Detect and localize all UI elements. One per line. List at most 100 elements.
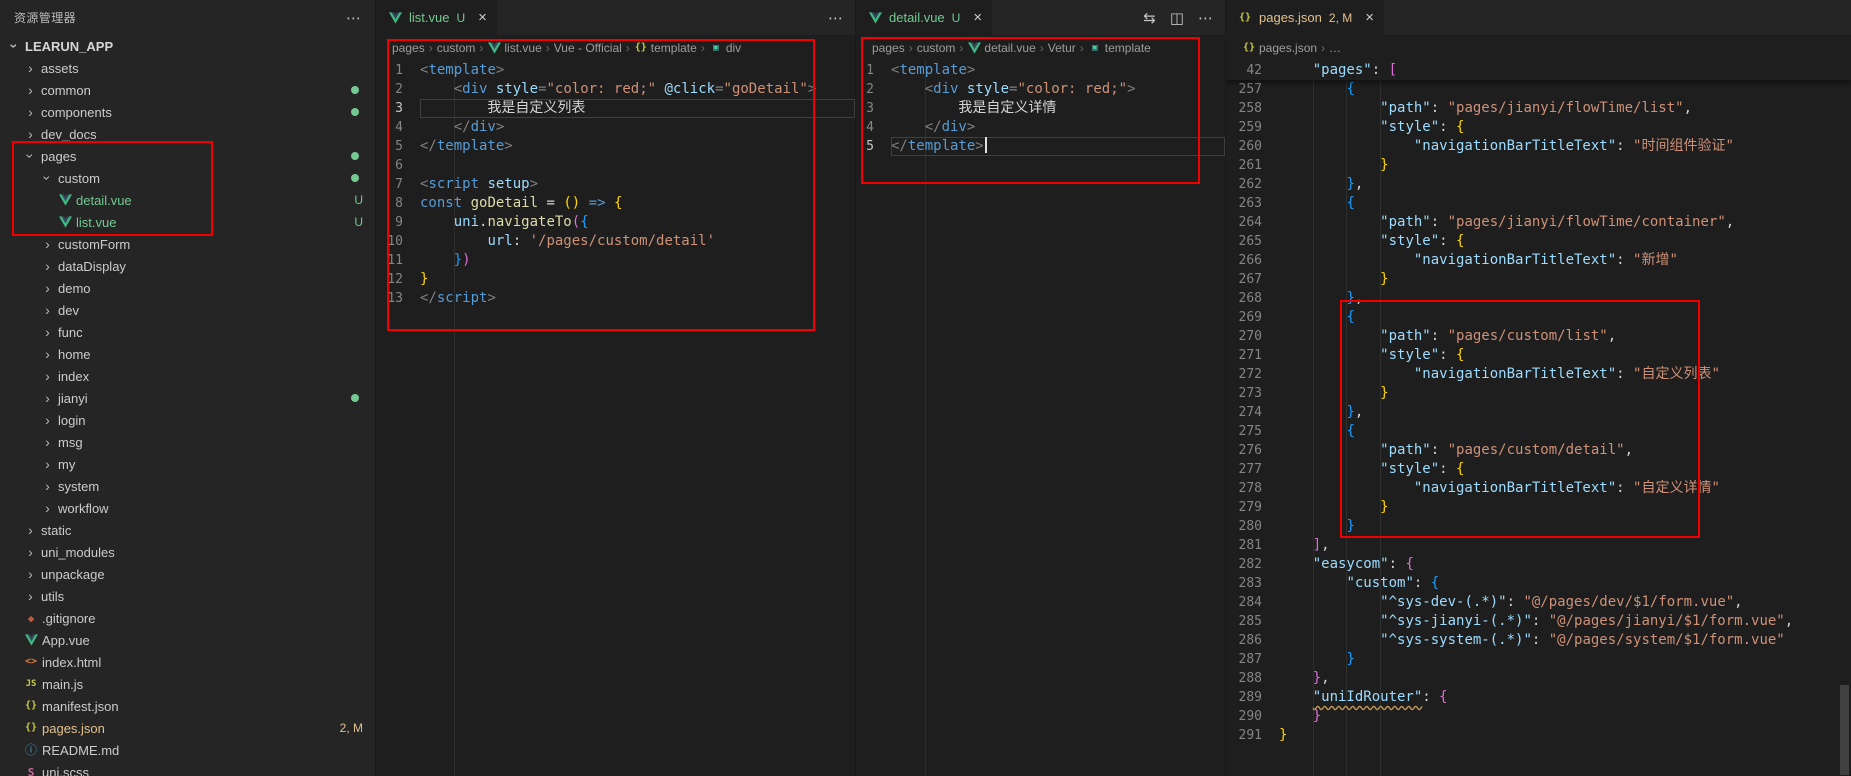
code-line[interactable]: 268 }, <box>1226 289 1851 308</box>
tree-item-demo[interactable]: ›demo <box>0 277 375 299</box>
code-line[interactable]: 6 <box>376 156 855 175</box>
code-line[interactable]: 2 <div style="color: red;"> <box>856 80 1225 99</box>
code-line[interactable]: 282 "easycom": { <box>1226 555 1851 574</box>
tree-item-main.js[interactable]: JSmain.js <box>0 673 375 695</box>
breadcrumb-item-Vue - Official[interactable]: Vue - Official <box>554 41 622 55</box>
code-line[interactable]: 3 我是自定义列表 <box>376 99 855 118</box>
tree-item-index[interactable]: ›index <box>0 365 375 387</box>
code-line[interactable]: 266 "navigationBarTitleText": "新增" <box>1226 251 1851 270</box>
code-line[interactable]: 258 "path": "pages/jianyi/flowTime/list"… <box>1226 99 1851 118</box>
code-line[interactable]: 4 </div> <box>376 118 855 137</box>
tree-item-jianyi[interactable]: ›jianyi <box>0 387 375 409</box>
code-line[interactable]: 288 }, <box>1226 669 1851 688</box>
code-line[interactable]: 265 "style": { <box>1226 232 1851 251</box>
code-line[interactable]: 13</script> <box>376 289 855 308</box>
split-editor-icon[interactable]: ◫ <box>1170 9 1184 27</box>
code-line[interactable]: 12} <box>376 270 855 289</box>
tree-item-components[interactable]: ›components <box>0 101 375 123</box>
code-line[interactable]: 278 "navigationBarTitleText": "自定义详情" <box>1226 479 1851 498</box>
code-line[interactable]: 287 } <box>1226 650 1851 669</box>
breadcrumb-item-list.vue[interactable]: list.vue <box>487 41 541 55</box>
tree-item-my[interactable]: ›my <box>0 453 375 475</box>
tree-item-custom[interactable]: ›custom <box>0 167 375 189</box>
tree-item-func[interactable]: ›func <box>0 321 375 343</box>
code-line[interactable]: 2 <div style="color: red;" @click="goDet… <box>376 80 855 99</box>
tree-item-customForm[interactable]: ›customForm <box>0 233 375 255</box>
code-line[interactable]: 7<script setup> <box>376 175 855 194</box>
close-icon[interactable]: × <box>1365 10 1374 25</box>
close-icon[interactable]: × <box>478 10 487 25</box>
code-line[interactable]: 271 "style": { <box>1226 346 1851 365</box>
code-line[interactable]: 42 "pages": [ <box>1226 61 1851 80</box>
breadcrumb-item-custom[interactable]: custom <box>917 41 956 55</box>
breadcrumb-item-pages[interactable]: pages <box>392 41 425 55</box>
breadcrumb-item-custom[interactable]: custom <box>437 41 476 55</box>
tree-root-learun-app[interactable]: › LEARUN_APP <box>0 35 375 57</box>
code-line[interactable]: 1<template> <box>376 61 855 80</box>
code-line[interactable]: 272 "navigationBarTitleText": "自定义列表" <box>1226 365 1851 384</box>
code-line[interactable]: 283 "custom": { <box>1226 574 1851 593</box>
tree-item-login[interactable]: ›login <box>0 409 375 431</box>
scrollbar-thumb[interactable] <box>1840 685 1849 775</box>
tree-item-App.vue[interactable]: App.vue <box>0 629 375 651</box>
code-line[interactable]: 274 }, <box>1226 403 1851 422</box>
code-line[interactable]: 259 "style": { <box>1226 118 1851 137</box>
code-line[interactable]: 260 "navigationBarTitleText": "时间组件验证" <box>1226 137 1851 156</box>
tree-item-README.md[interactable]: ⓘREADME.md <box>0 739 375 761</box>
code-line[interactable]: 267 } <box>1226 270 1851 289</box>
close-icon[interactable]: × <box>973 10 982 25</box>
code-line[interactable]: 275 { <box>1226 422 1851 441</box>
code-line[interactable]: 290 } <box>1226 707 1851 726</box>
code-line[interactable]: 280 } <box>1226 517 1851 536</box>
code-line[interactable]: 261 } <box>1226 156 1851 175</box>
code-line[interactable]: 4 </div> <box>856 118 1225 137</box>
tree-item-dev[interactable]: ›dev <box>0 299 375 321</box>
code-line[interactable]: 284 "^sys-dev-(.*)": "@/pages/dev/$1/for… <box>1226 593 1851 612</box>
tab-detail.vue[interactable]: detail.vueU× <box>856 0 992 35</box>
code-line[interactable]: 1<template> <box>856 61 1225 80</box>
code-line[interactable]: 5</template> <box>856 137 1225 156</box>
code-line[interactable]: 10 url: '/pages/custom/detail' <box>376 232 855 251</box>
tab-pages.json[interactable]: {}pages.json2, M× <box>1226 0 1384 35</box>
code-line[interactable]: 5</template> <box>376 137 855 156</box>
breadcrumb-item-template[interactable]: {}template <box>634 41 697 55</box>
code-line[interactable]: 257 { <box>1226 80 1851 99</box>
tree-item-dev_docs[interactable]: ›dev_docs <box>0 123 375 145</box>
tree-item-uni_modules[interactable]: ›uni_modules <box>0 541 375 563</box>
code-line[interactable]: 291} <box>1226 726 1851 745</box>
tab-list.vue[interactable]: list.vueU× <box>376 0 497 35</box>
tree-item-index.html[interactable]: <>index.html <box>0 651 375 673</box>
breadcrumb-item-detail.vue[interactable]: detail.vue <box>967 41 1035 55</box>
code-line[interactable]: 270 "path": "pages/custom/list", <box>1226 327 1851 346</box>
code-line[interactable]: 273 } <box>1226 384 1851 403</box>
code-line[interactable]: 286 "^sys-system-(.*)": "@/pages/system/… <box>1226 631 1851 650</box>
tree-item-manifest.json[interactable]: {}manifest.json <box>0 695 375 717</box>
tree-item-list.vue[interactable]: list.vueU <box>0 211 375 233</box>
code-line[interactable]: 269 { <box>1226 308 1851 327</box>
breadcrumb-item-pages.json[interactable]: {}pages.json <box>1242 41 1317 55</box>
breadcrumb-item-template[interactable]: ▣template <box>1088 41 1151 55</box>
code-line[interactable]: 277 "style": { <box>1226 460 1851 479</box>
tree-item-home[interactable]: ›home <box>0 343 375 365</box>
code-line[interactable]: 264 "path": "pages/jianyi/flowTime/conta… <box>1226 213 1851 232</box>
breadcrumb-item-div[interactable]: ▣div <box>709 41 741 55</box>
breadcrumb-item-…[interactable]: … <box>1329 41 1341 55</box>
more-actions-icon[interactable]: ⋯ <box>346 9 361 27</box>
code-line[interactable]: 276 "path": "pages/custom/detail", <box>1226 441 1851 460</box>
breadcrumb-item-Vetur[interactable]: Vetur <box>1048 41 1076 55</box>
tree-item-common[interactable]: ›common <box>0 79 375 101</box>
tree-item-pages.json[interactable]: {}pages.json2, M <box>0 717 375 739</box>
code-line[interactable]: 3 我是自定义详情 <box>856 99 1225 118</box>
tree-item-pages[interactable]: ›pages <box>0 145 375 167</box>
tree-item-assets[interactable]: ›assets <box>0 57 375 79</box>
tree-item-workflow[interactable]: ›workflow <box>0 497 375 519</box>
tree-item-static[interactable]: ›static <box>0 519 375 541</box>
tree-item-utils[interactable]: ›utils <box>0 585 375 607</box>
more-actions-icon[interactable]: ⋯ <box>1198 9 1213 27</box>
tree-item-system[interactable]: ›system <box>0 475 375 497</box>
code-line[interactable]: 9 uni.navigateTo({ <box>376 213 855 232</box>
tree-item-unpackage[interactable]: ›unpackage <box>0 563 375 585</box>
code-line[interactable]: 262 }, <box>1226 175 1851 194</box>
tree-item-msg[interactable]: ›msg <box>0 431 375 453</box>
code-line[interactable]: 8const goDetail = () => { <box>376 194 855 213</box>
